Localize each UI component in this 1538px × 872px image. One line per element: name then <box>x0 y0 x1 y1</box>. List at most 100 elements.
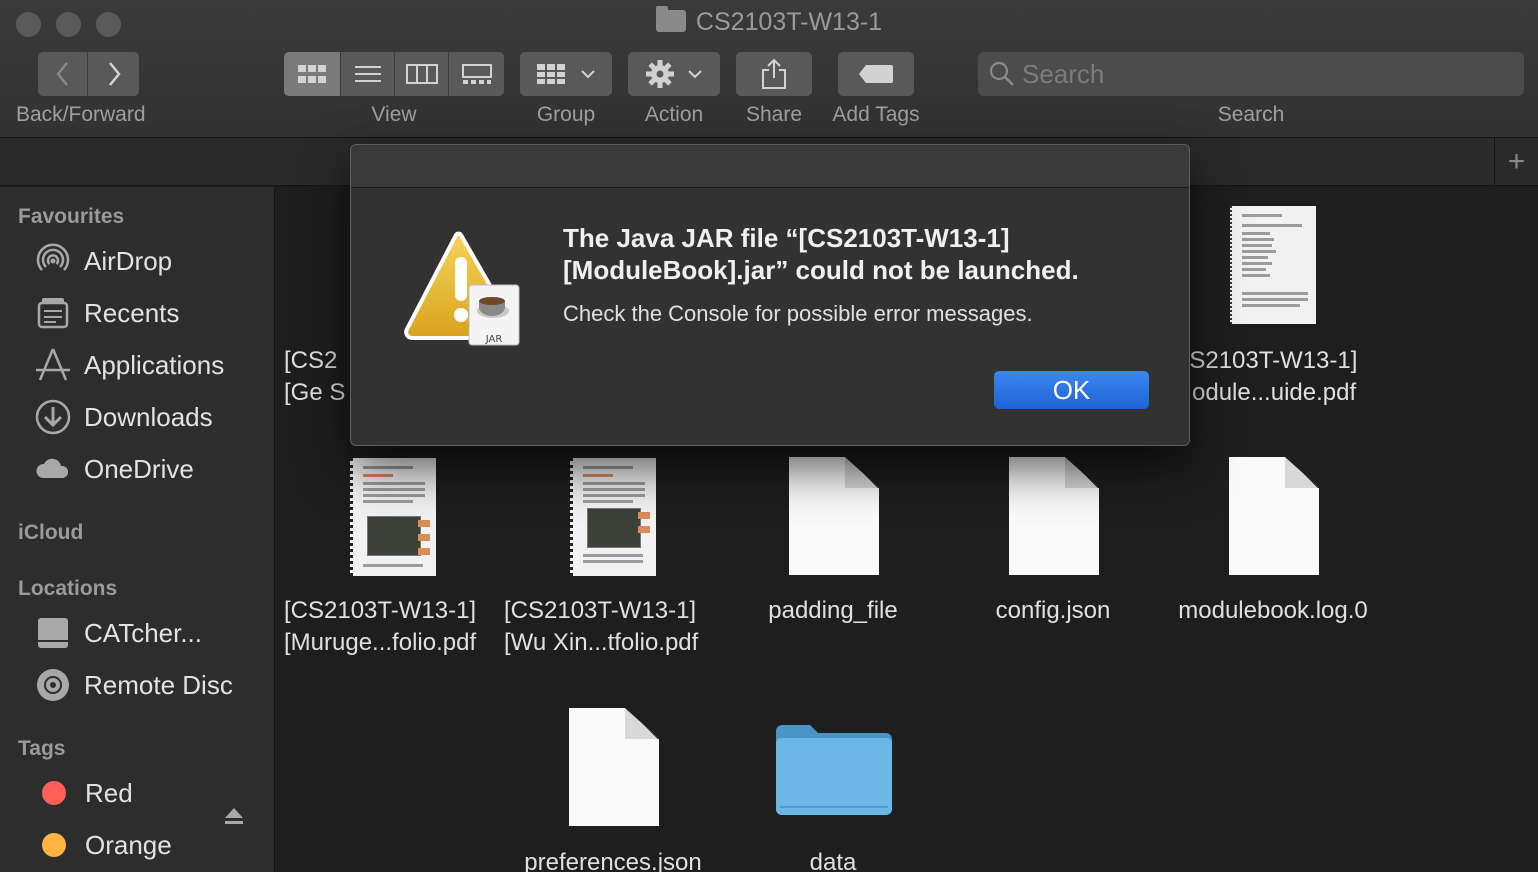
ok-button[interactable]: OK <box>994 371 1149 409</box>
pdf-thumbnail-icon[interactable] <box>570 458 656 576</box>
gear-icon <box>646 60 674 88</box>
file-name: config.json <box>995 597 1111 624</box>
red-tag-dot-icon <box>42 781 66 805</box>
chevron-left-icon <box>55 62 68 86</box>
sidebar-item-label: Remote Disc <box>84 669 233 700</box>
alert-dialog: JAR The Java JAR file “[CS2103T-W13-1] [… <box>350 144 1190 446</box>
window-title-text: CS2103T-W13-1 <box>695 8 883 36</box>
toolbar: CS2103T-W13-1 Back/Forward View Group Ac… <box>0 0 1538 138</box>
file-item[interactable]: [CS2103T-W13-1] [Muruge...folio.pdf <box>284 595 504 659</box>
back-button[interactable] <box>38 52 88 96</box>
columns-icon <box>405 64 438 84</box>
action-button[interactable] <box>628 52 720 96</box>
disk-icon <box>34 614 72 652</box>
folder-icon[interactable] <box>774 721 894 817</box>
file-item[interactable]: config.json <box>943 595 1163 627</box>
sidebar-item-label: CATcher... <box>84 617 203 648</box>
group-button[interactable] <box>520 52 612 96</box>
window-title: CS2103T-W13-1 <box>0 6 1538 37</box>
sidebar-item-remote-disc[interactable]: Remote Disc <box>34 663 233 707</box>
back-forward-label: Back/Forward <box>16 103 146 126</box>
folder-icon <box>655 6 686 32</box>
forward-button[interactable] <box>88 52 139 96</box>
sidebar-item-label: Orange <box>85 829 172 860</box>
sidebar-item-label: Downloads <box>84 401 213 432</box>
dialog-message: Check the Console for possible error mes… <box>563 301 1033 326</box>
sidebar-header-favourites: Favourites <box>18 205 125 228</box>
file-item[interactable]: modulebook.log.0 <box>1163 595 1383 627</box>
group-label: Group <box>536 103 596 126</box>
document-icon[interactable] <box>789 457 879 575</box>
share-icon <box>762 58 786 89</box>
group-grid-icon <box>537 64 565 84</box>
sidebar-item-tag-orange[interactable]: Orange <box>34 823 172 867</box>
file-name: preferences.json <box>524 849 702 872</box>
dialog-title: The Java JAR file “[CS2103T-W13-1] [Modu… <box>563 223 1079 285</box>
file-item[interactable]: data <box>723 847 943 872</box>
sidebar-item-label: AirDrop <box>84 245 173 276</box>
file-item[interactable]: CS2103T-W13-1] Module...uide.pdf <box>1172 345 1392 409</box>
sidebar-item-label: Applications <box>84 349 225 380</box>
sidebar: Favourites AirDrop Recents Applications … <box>0 187 275 872</box>
view-label: View <box>371 103 417 126</box>
add-tags-label: Add Tags <box>832 103 920 126</box>
search-input[interactable] <box>1022 52 1502 96</box>
eject-icon[interactable] <box>224 807 244 825</box>
sidebar-header-locations: Locations <box>18 577 118 600</box>
file-item[interactable]: preferences.json <box>503 847 723 872</box>
document-icon[interactable] <box>1009 457 1099 575</box>
chevron-down-icon <box>688 70 702 79</box>
tag-icon <box>859 65 893 83</box>
new-tab-button[interactable]: + <box>1494 138 1538 186</box>
grid-icon <box>298 65 326 83</box>
plus-icon: + <box>1507 145 1526 178</box>
list-icon <box>354 66 381 82</box>
view-list-button[interactable] <box>341 52 395 96</box>
document-icon[interactable] <box>569 708 659 826</box>
dialog-titlebar <box>351 145 1189 188</box>
sidebar-item-tag-red[interactable]: Red <box>34 771 133 815</box>
view-gallery-button[interactable] <box>449 52 504 96</box>
file-name: data <box>809 849 857 872</box>
file-name: padding_file <box>768 597 898 624</box>
recents-icon <box>34 294 72 332</box>
airdrop-icon <box>34 242 72 280</box>
sidebar-item-onedrive[interactable]: OneDrive <box>34 447 194 491</box>
file-name: [CS2103T-W13-1] [Wu Xin...tfolio.pdf <box>504 597 699 656</box>
sidebar-item-label: Recents <box>84 297 180 328</box>
downloads-icon <box>34 398 72 436</box>
share-label: Share <box>745 103 803 126</box>
pdf-thumbnail-icon[interactable] <box>1230 206 1316 324</box>
disc-icon <box>34 666 72 704</box>
sidebar-item-downloads[interactable]: Downloads <box>34 395 213 439</box>
view-columns-button[interactable] <box>395 52 449 96</box>
add-tags-button[interactable] <box>838 52 914 96</box>
sidebar-item-airdrop[interactable]: AirDrop <box>34 239 172 283</box>
document-icon[interactable] <box>1229 457 1319 575</box>
cloud-icon <box>34 450 72 488</box>
file-name: [CS2103T-W13-1] [Muruge...folio.pdf <box>284 597 477 656</box>
applications-icon <box>34 346 72 384</box>
pdf-thumbnail-icon[interactable] <box>350 458 436 576</box>
file-name: modulebook.log.0 <box>1178 597 1368 624</box>
sidebar-item-recents[interactable]: Recents <box>34 291 179 335</box>
search-label: Search <box>1217 103 1285 126</box>
sidebar-item-applications[interactable]: Applications <box>34 343 224 387</box>
sidebar-item-catcher[interactable]: CATcher... <box>34 611 202 655</box>
orange-tag-dot-icon <box>42 833 66 857</box>
view-control <box>284 52 504 96</box>
view-icons-button[interactable] <box>284 52 341 96</box>
share-button[interactable] <box>736 52 812 96</box>
gallery-icon <box>461 64 492 84</box>
file-item[interactable]: [CS2103T-W13-1] [Wu Xin...tfolio.pdf <box>504 595 724 659</box>
sidebar-item-label: OneDrive <box>84 453 194 484</box>
file-item[interactable]: padding_file <box>723 595 943 627</box>
search-field[interactable] <box>978 52 1524 96</box>
file-name: CS2103T-W13-1] Module...uide.pdf <box>1172 347 1358 406</box>
chevron-right-icon <box>108 62 121 86</box>
sidebar-header-tags: Tags <box>18 737 66 760</box>
search-icon <box>989 61 1014 86</box>
jar-badge-text: JAR <box>485 334 503 345</box>
sidebar-header-icloud: iCloud <box>18 521 84 544</box>
sidebar-item-label: Red <box>85 777 133 808</box>
